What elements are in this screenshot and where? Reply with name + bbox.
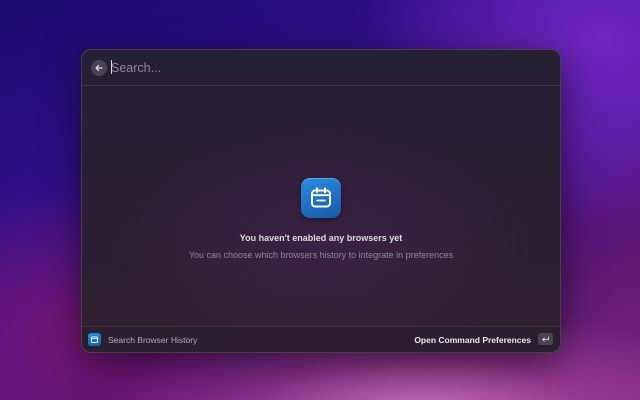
arrow-left-icon xyxy=(95,64,103,72)
open-preferences-action[interactable]: Open Command Preferences xyxy=(414,335,531,345)
empty-state-title: You haven't enabled any browsers yet xyxy=(239,233,403,243)
return-key-icon[interactable] xyxy=(538,333,553,345)
calendar-icon xyxy=(88,333,101,346)
text-caret xyxy=(111,60,112,74)
command-name: Search Browser History xyxy=(108,335,198,345)
back-button[interactable] xyxy=(91,60,107,76)
search-input[interactable] xyxy=(111,58,531,78)
empty-state: You haven't enabled any browsers yet You… xyxy=(82,86,560,326)
calendar-icon xyxy=(301,178,341,218)
action-bar: Search Browser History Open Command Pref… xyxy=(82,326,560,352)
command-window: You haven't enabled any browsers yet You… xyxy=(81,49,561,353)
search-bar xyxy=(82,50,560,86)
empty-state-subtitle: You can choose which browsers history to… xyxy=(188,250,454,260)
